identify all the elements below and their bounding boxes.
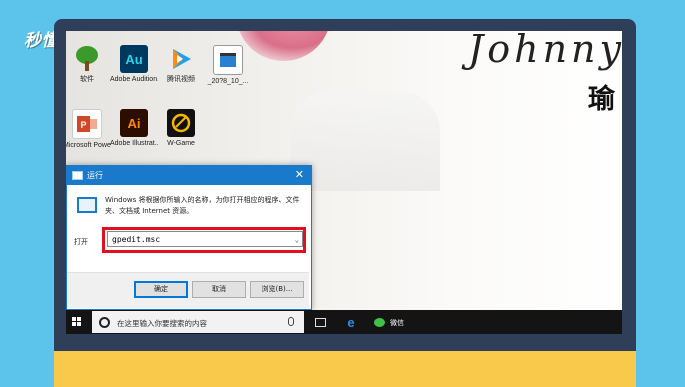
svg-text:P: P [80, 120, 86, 130]
edge-icon[interactable]: e [344, 315, 358, 330]
wallpaper-text: Johnny [468, 31, 622, 71]
taskbar-search-placeholder: 在这里输入你要搜索的内容 [117, 319, 207, 328]
open-label: 打开 [74, 238, 88, 246]
adobe-audition-icon: Au [120, 45, 148, 73]
close-icon[interactable]: ✕ [295, 169, 304, 181]
run-dialog-description: Windows 将根据你所输入的名称，为你打开相应的程序、文件夹、文档或 Int… [105, 196, 300, 215]
video-file-icon [213, 45, 243, 75]
wallpaper-figure [290, 91, 440, 191]
run-program-icon [77, 197, 97, 213]
wechat-label: 微信 [390, 319, 404, 327]
task-view-icon[interactable] [315, 318, 326, 327]
browse-button[interactable]: 浏览(B)... [250, 281, 304, 298]
run-dialog: 运行 ✕ Windows 将根据你所输入的名称，为你打开相应的程序、文件夹、文档… [66, 165, 312, 310]
tree-icon [73, 45, 101, 73]
desktop-icon-audition[interactable]: Au Adobe Audition... [110, 45, 158, 84]
taskbar: 在这里输入你要搜索的内容 e 微信 [66, 310, 622, 334]
desktop-icon-tencent-video[interactable]: 腾讯视频 [157, 45, 205, 84]
powerpoint-icon: P [72, 109, 102, 139]
highlight-box [102, 227, 306, 253]
desktop-icon-illustrator[interactable]: Ai Adobe Illustrat... [110, 109, 158, 148]
microphone-icon[interactable] [288, 317, 294, 326]
run-icon [72, 171, 83, 180]
desktop-icon-w-game[interactable]: W-Game [157, 109, 205, 148]
run-dialog-titlebar[interactable]: 运行 ✕ [67, 166, 311, 185]
desktop-icon-video-file[interactable]: _20?8_10_... [204, 45, 252, 86]
desktop-icon-powerpoint[interactable]: P Microsoft PowerPoi... [66, 109, 111, 150]
monitor-bottom-bar [54, 351, 636, 387]
cancel-button[interactable]: 取消 [192, 281, 246, 298]
taskbar-search-box[interactable]: 在这里输入你要搜索的内容 [92, 311, 304, 333]
wallpaper-char: 瑜 [588, 84, 615, 115]
desktop-screen: Johnny 瑜 软件 Au Adobe Audition... 腾讯视频 _2… [66, 31, 622, 334]
illustrator-icon: Ai [120, 109, 148, 137]
ok-button[interactable]: 确定 [134, 281, 188, 298]
w-game-icon [167, 109, 195, 137]
run-dialog-title: 运行 [87, 171, 103, 180]
desktop-icon-software[interactable]: 软件 [66, 45, 111, 84]
tencent-video-icon [167, 45, 195, 73]
wechat-icon[interactable] [372, 315, 386, 329]
windows-start-icon[interactable] [72, 317, 82, 327]
run-dialog-footer: 确定 取消 浏览(B)... [67, 272, 309, 308]
cortana-icon [99, 317, 110, 328]
